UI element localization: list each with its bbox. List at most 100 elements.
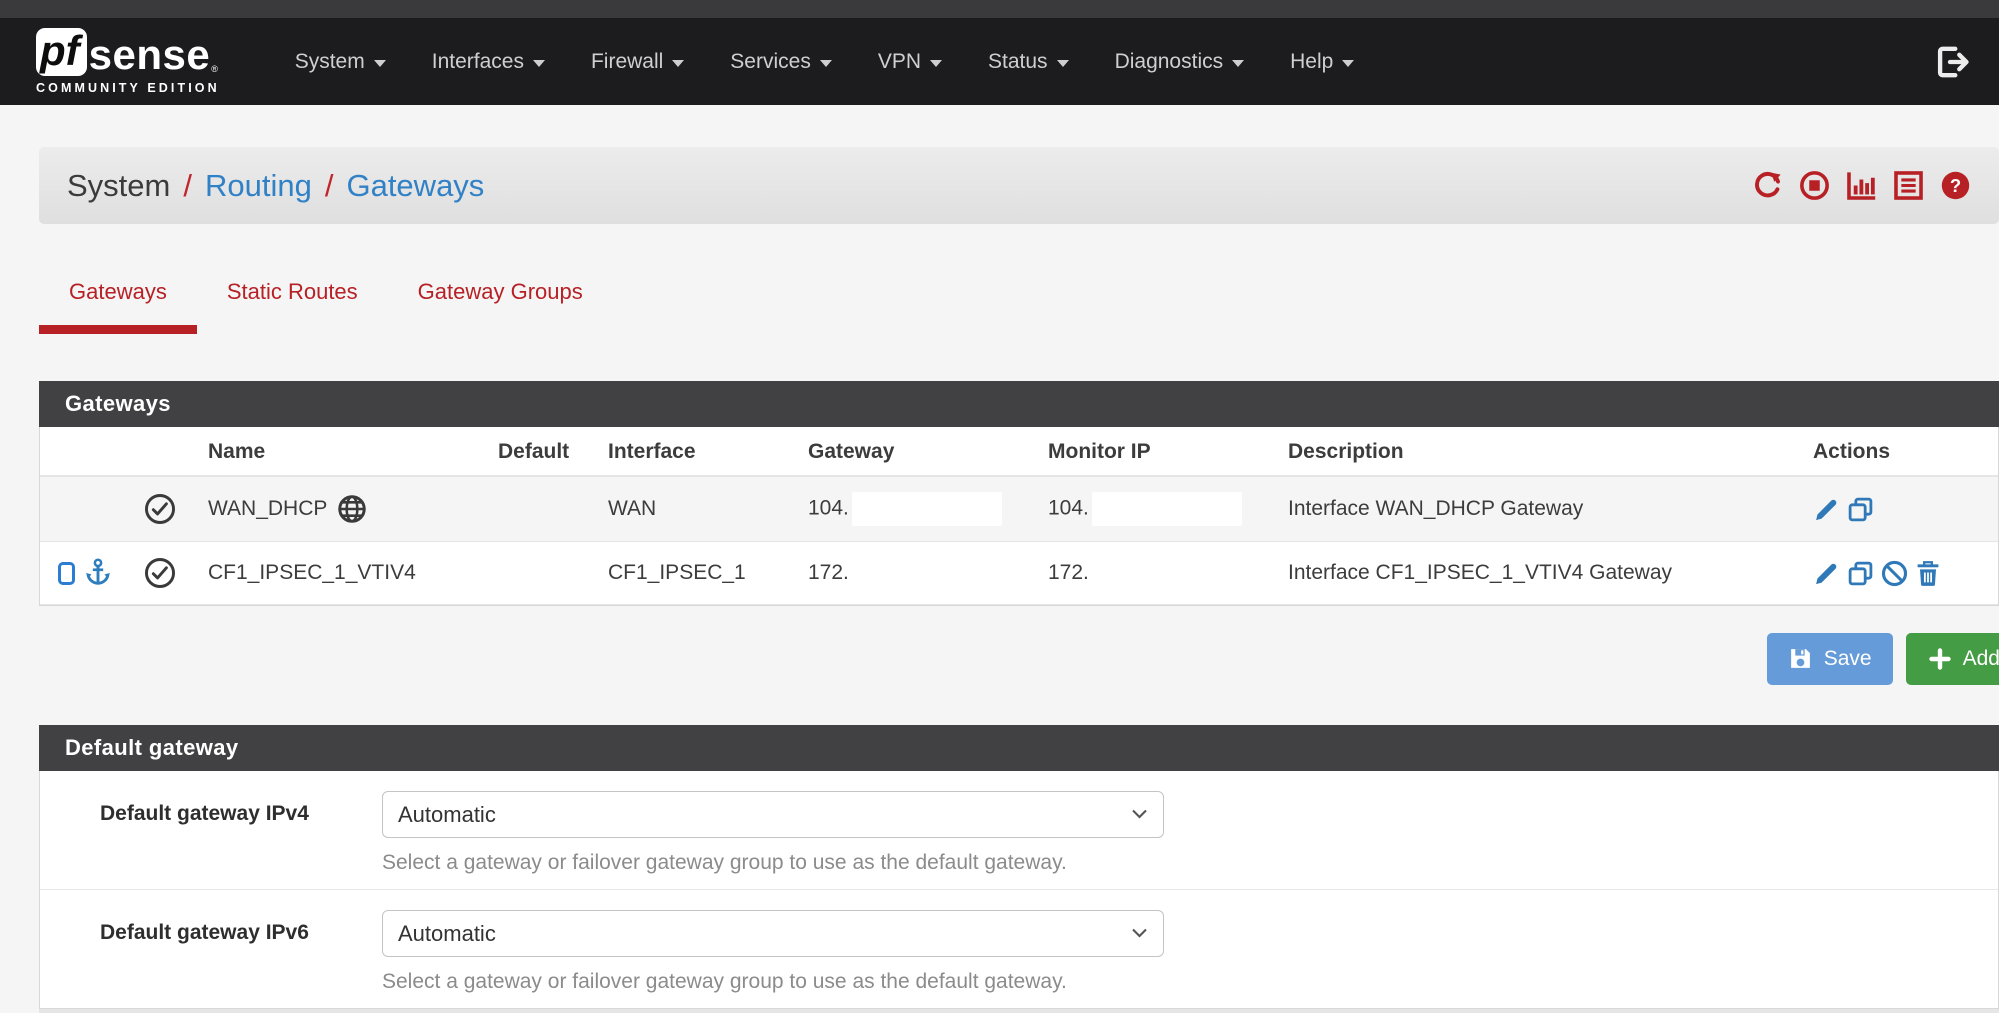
page-bottom-strip <box>39 1009 1999 1013</box>
monitor-ip-cell: 104. <box>1040 476 1280 542</box>
floppy-icon <box>1788 646 1813 671</box>
sign-out-icon[interactable] <box>1935 44 1971 80</box>
redaction-box <box>1092 492 1242 526</box>
add-button[interactable]: Add <box>1906 633 1999 685</box>
breadcrumb: System / Routing / Gateways <box>39 147 1999 224</box>
copy-icon[interactable] <box>1847 496 1874 523</box>
navbar: pfsense® COMMUNITY EDITION System Interf… <box>0 18 1999 105</box>
table-actions-row: Save Add <box>39 632 1999 685</box>
gateways-table: Name Default Interface Gateway Monitor I… <box>40 427 1998 605</box>
edit-pencil-icon[interactable] <box>1813 560 1840 587</box>
description-cell: Interface CF1_IPSEC_1_VTIV4 Gateway <box>1280 542 1805 605</box>
gateway-row-wan-dhcp: WAN_DHCP WAN <box>40 476 1998 542</box>
check-circle-icon <box>144 497 176 520</box>
menu-item-firewall[interactable]: Firewall <box>568 18 707 105</box>
menu-item-help[interactable]: Help <box>1267 18 1377 105</box>
breadcrumb-separator: / <box>183 168 192 204</box>
gateways-panel-title: Gateways <box>39 381 1999 427</box>
chevron-down-icon <box>1232 60 1244 67</box>
ban-icon[interactable] <box>1881 560 1908 587</box>
row-checkbox[interactable] <box>58 562 75 585</box>
main-menu: System Interfaces Firewall Services VPN … <box>272 18 1378 105</box>
breadcrumb-actions: ? <box>1752 170 1971 201</box>
menu-item-status[interactable]: Status <box>965 18 1092 105</box>
chevron-down-icon <box>1057 60 1069 67</box>
gateway-cell: 104. <box>800 476 1040 542</box>
menu-item-vpn[interactable]: VPN <box>855 18 965 105</box>
default-gateway-ipv6-select[interactable]: Automatic <box>382 910 1164 957</box>
menu-item-system[interactable]: System <box>272 18 409 105</box>
edit-pencil-icon[interactable] <box>1813 496 1840 523</box>
col-interface: Interface <box>600 427 800 476</box>
actions-cell <box>1805 542 1998 605</box>
add-button-label: Add <box>1963 647 1999 671</box>
menu-label: Interfaces <box>432 50 524 74</box>
menu-label: Help <box>1290 50 1333 74</box>
menu-item-interfaces[interactable]: Interfaces <box>409 18 568 105</box>
menu-label: System <box>295 50 365 74</box>
default-gateway-panel: Default gateway Default gateway IPv4 Aut… <box>39 725 1999 1009</box>
anchor-icon <box>84 558 112 588</box>
logo-registered-mark: ® <box>211 65 218 74</box>
gateway-name: WAN_DHCP <box>208 497 327 521</box>
gateway-ip: 104. <box>808 497 849 520</box>
row-select-cell <box>40 476 120 542</box>
gateway-cell: 172. <box>800 542 1040 605</box>
default-cell <box>490 476 600 542</box>
col-select <box>40 427 120 476</box>
chevron-down-icon <box>374 60 386 67</box>
page-content: System / Routing / Gateways <box>39 147 1999 1013</box>
breadcrumb-routing-link[interactable]: Routing <box>205 168 312 204</box>
monitor-ip: 104. <box>1048 497 1089 520</box>
breadcrumb-separator: / <box>325 168 334 204</box>
row-select-cell <box>40 542 120 605</box>
description-cell: Interface WAN_DHCP Gateway <box>1280 476 1805 542</box>
col-gateway: Gateway <box>800 427 1040 476</box>
window-top-strip <box>0 0 1999 18</box>
default-gateway-ipv6-label: Default gateway IPv6 <box>100 910 382 994</box>
status-cell <box>120 476 200 542</box>
menu-item-services[interactable]: Services <box>707 18 855 105</box>
menu-label: Status <box>988 50 1048 74</box>
default-gateway-ipv4-select[interactable]: Automatic <box>382 791 1164 838</box>
globe-icon <box>337 494 367 524</box>
help-circle-icon[interactable]: ? <box>1940 170 1971 201</box>
chart-bar-icon[interactable] <box>1846 170 1877 201</box>
svg-text:?: ? <box>1950 175 1961 196</box>
form-row-ipv6: Default gateway IPv6 Automatic Select a … <box>40 889 1998 1008</box>
default-gateway-panel-title: Default gateway <box>39 725 1999 771</box>
chevron-down-icon <box>533 60 545 67</box>
monitor-ip-cell: 172. <box>1040 542 1280 605</box>
col-description: Description <box>1280 427 1805 476</box>
breadcrumb-system: System <box>67 168 170 204</box>
default-gateway-ipv6-help: Select a gateway or failover gateway gro… <box>382 970 1164 994</box>
plus-icon <box>1928 647 1952 671</box>
copy-icon[interactable] <box>1847 560 1874 587</box>
tab-gateway-groups[interactable]: Gateway Groups <box>388 279 613 334</box>
menu-label: Firewall <box>591 50 663 74</box>
trash-icon[interactable] <box>1915 560 1941 587</box>
save-button[interactable]: Save <box>1767 633 1893 685</box>
col-actions: Actions <box>1805 427 1998 476</box>
menu-item-diagnostics[interactable]: Diagnostics <box>1092 18 1268 105</box>
chevron-down-icon <box>1342 60 1354 67</box>
gateway-row-cf1-ipsec: CF1_IPSEC_1_VTIV4 CF1_IPSEC_1 172. 172. … <box>40 542 1998 605</box>
logo-pf: pf <box>36 28 87 76</box>
log-icon[interactable] <box>1893 170 1924 201</box>
breadcrumb-gateways-link[interactable]: Gateways <box>346 168 484 204</box>
pfsense-logo[interactable]: pfsense® COMMUNITY EDITION <box>36 28 220 95</box>
save-button-label: Save <box>1824 647 1872 671</box>
form-row-ipv4: Default gateway IPv4 Automatic Select a … <box>40 771 1998 889</box>
refresh-icon[interactable] <box>1752 170 1783 201</box>
tab-gateways[interactable]: Gateways <box>39 279 197 334</box>
menu-label: VPN <box>878 50 921 74</box>
stop-icon[interactable] <box>1799 170 1830 201</box>
tab-static-routes[interactable]: Static Routes <box>197 279 388 334</box>
gateways-panel: Gateways Name Default Interface Gateway <box>39 381 1999 606</box>
status-cell <box>120 542 200 605</box>
interface-cell: WAN <box>600 476 800 542</box>
col-name: Name <box>200 427 490 476</box>
table-header-row: Name Default Interface Gateway Monitor I… <box>40 427 1998 476</box>
name-cell: WAN_DHCP <box>200 476 490 542</box>
chevron-down-icon <box>672 60 684 67</box>
